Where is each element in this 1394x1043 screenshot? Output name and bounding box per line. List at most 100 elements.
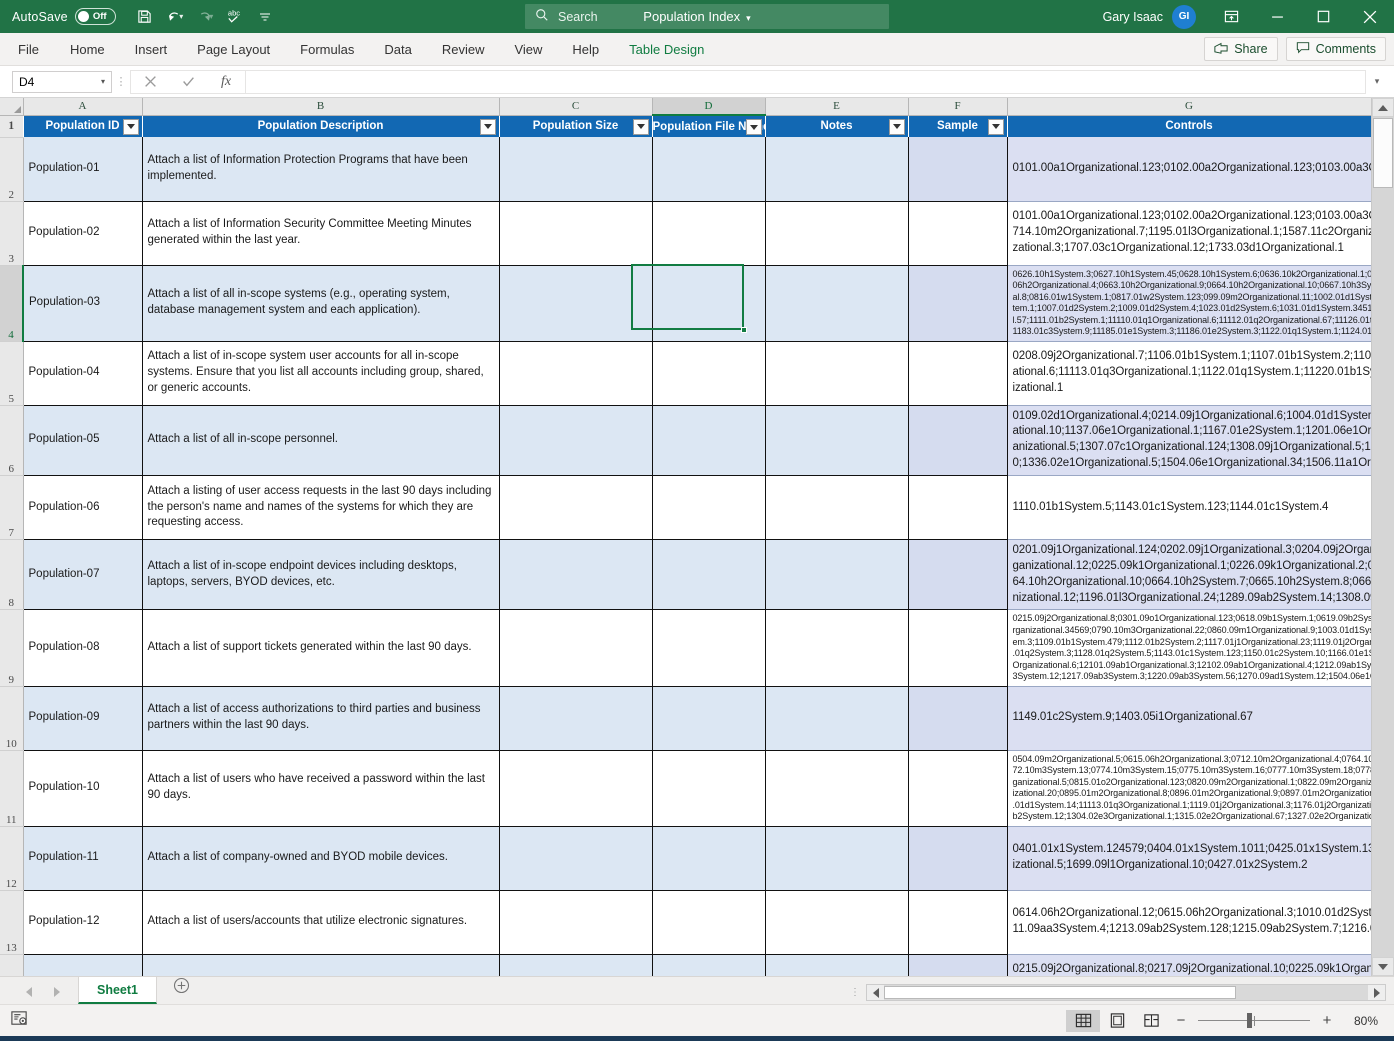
undo-dropdown-caret[interactable]: ▾ xyxy=(179,12,183,21)
cell-e8[interactable] xyxy=(765,539,909,611)
cell-f13[interactable] xyxy=(908,890,1008,955)
minimize-icon[interactable] xyxy=(1254,0,1300,33)
scroll-right-button[interactable] xyxy=(1368,985,1385,1000)
scroll-down-button[interactable] xyxy=(1372,957,1394,976)
column-header-f[interactable]: F xyxy=(908,98,1008,116)
table-row[interactable]: 7 Population-06 Attach a listing of user… xyxy=(0,475,1371,541)
cell-c9[interactable] xyxy=(499,609,653,687)
cell-d5[interactable] xyxy=(652,341,766,406)
cell-c12[interactable] xyxy=(499,826,653,891)
table-row[interactable]: 12 Population-11 Attach a list of compan… xyxy=(0,826,1371,891)
horizontal-scrollbar[interactable] xyxy=(866,984,1386,1001)
cell-b8[interactable]: Attach a list of in-scope endpoint devic… xyxy=(142,539,500,611)
cell-g2[interactable]: 0101.00a1Organizational.123;0102.00a2Org… xyxy=(1007,137,1371,202)
cell-g11[interactable]: 0504.09m2Organizational.5;0615.06h2Organ… xyxy=(1007,750,1371,827)
filter-button-notes[interactable] xyxy=(888,118,905,135)
cell-g6[interactable]: 0109.02d1Organizational.4;0214.09j1Organ… xyxy=(1007,405,1371,477)
table-row[interactable]: 10 Population-09 Attach a list of access… xyxy=(0,686,1371,751)
column-header-g[interactable]: G xyxy=(1007,98,1371,116)
cell-f9[interactable] xyxy=(908,609,1008,687)
zoom-in-button[interactable]: + xyxy=(1314,1012,1340,1029)
cell-e4[interactable] xyxy=(765,265,909,342)
tab-insert[interactable]: Insert xyxy=(120,33,183,66)
cell-f4[interactable] xyxy=(908,265,1008,342)
grid-scroll-area[interactable]: A B C D E F G 1 Population ID Population… xyxy=(0,98,1371,976)
cell-e11[interactable] xyxy=(765,750,909,827)
tab-data[interactable]: Data xyxy=(369,33,426,66)
filter-button-population-size[interactable] xyxy=(632,118,649,135)
cell-d12[interactable] xyxy=(652,826,766,891)
tab-formulas[interactable]: Formulas xyxy=(285,33,369,66)
formula-input[interactable] xyxy=(246,69,1366,94)
cell-d4[interactable] xyxy=(652,265,766,342)
cell-b14[interactable]: Attach a list of users with access chang… xyxy=(142,954,500,976)
row-number-9[interactable]: 9 xyxy=(0,609,24,687)
cell-d11[interactable] xyxy=(652,750,766,827)
row-number-3[interactable]: 3 xyxy=(0,201,24,266)
ribbon-display-options-icon[interactable] xyxy=(1208,0,1254,33)
scroll-grip-icon[interactable]: ⋮ xyxy=(850,988,860,998)
row-number-12[interactable]: 12 xyxy=(0,826,24,891)
cell-d7[interactable] xyxy=(652,475,766,541)
cell-e14[interactable] xyxy=(765,954,909,976)
cell-g13[interactable]: 0614.06h2Organizational.12;0615.06h2Orga… xyxy=(1007,890,1371,955)
cell-e2[interactable] xyxy=(765,137,909,202)
row-number-11[interactable]: 11 xyxy=(0,750,24,827)
avatar[interactable]: GI xyxy=(1172,4,1196,29)
cell-c10[interactable] xyxy=(499,686,653,751)
cell-e10[interactable] xyxy=(765,686,909,751)
column-header-e[interactable]: E xyxy=(765,98,909,116)
cell-f12[interactable] xyxy=(908,826,1008,891)
tab-help[interactable]: Help xyxy=(557,33,614,66)
previous-sheet-icon[interactable] xyxy=(26,987,32,997)
filter-button-sample[interactable] xyxy=(987,118,1004,135)
comments-button[interactable]: Comments xyxy=(1285,37,1386,61)
cell-e6[interactable] xyxy=(765,405,909,477)
vertical-scroll-thumb[interactable] xyxy=(1373,118,1393,188)
horizontal-scroll-thumb[interactable] xyxy=(884,986,1236,999)
table-row[interactable]: 2 Population-01 Attach a list of Informa… xyxy=(0,137,1371,202)
fill-handle[interactable] xyxy=(741,327,747,333)
cell-d14[interactable] xyxy=(652,954,766,976)
row-number-14[interactable]: 14 xyxy=(0,954,24,976)
cell-b13[interactable]: Attach a list of users/accounts that uti… xyxy=(142,890,500,955)
scroll-up-button[interactable] xyxy=(1372,98,1394,117)
tab-review[interactable]: Review xyxy=(427,33,500,66)
insert-function-icon[interactable]: fx xyxy=(207,71,245,93)
cell-b9[interactable]: Attach a list of support tickets generat… xyxy=(142,609,500,687)
tab-view[interactable]: View xyxy=(499,33,557,66)
cell-d2[interactable] xyxy=(652,137,766,202)
cell-b5[interactable]: Attach a list of in-scope system user ac… xyxy=(142,341,500,406)
filter-button-population-id[interactable] xyxy=(122,118,139,135)
redo-dropdown-caret[interactable]: ▾ xyxy=(209,12,213,21)
cell-c14[interactable] xyxy=(499,954,653,976)
row-number-1[interactable]: 1 xyxy=(0,115,24,138)
cell-g7[interactable]: 1110.01b1System.5;1143.01c1System.123;11… xyxy=(1007,475,1371,541)
cell-d3[interactable] xyxy=(652,201,766,266)
table-row[interactable]: 9 Population-08 Attach a list of support… xyxy=(0,609,1371,687)
enter-icon[interactable] xyxy=(169,71,207,93)
cell-c6[interactable] xyxy=(499,405,653,477)
cell-e12[interactable] xyxy=(765,826,909,891)
cell-f2[interactable] xyxy=(908,137,1008,202)
page-break-preview-icon[interactable] xyxy=(1134,1010,1168,1032)
cell-b2[interactable]: Attach a list of Information Protection … xyxy=(142,137,500,202)
cell-d13[interactable] xyxy=(652,890,766,955)
cell-b7[interactable]: Attach a listing of user access requests… xyxy=(142,475,500,541)
cell-d10[interactable] xyxy=(652,686,766,751)
zoom-out-button[interactable]: − xyxy=(1168,1012,1194,1029)
page-layout-view-icon[interactable] xyxy=(1100,1010,1134,1032)
next-sheet-icon[interactable] xyxy=(54,987,60,997)
name-box-dropdown-caret[interactable]: ▾ xyxy=(101,77,105,86)
name-box[interactable]: D4 ▾ xyxy=(12,70,112,93)
row-number-10[interactable]: 10 xyxy=(0,686,24,751)
filter-button-population-file-name[interactable] xyxy=(745,119,762,135)
cell-a10[interactable]: Population-09 xyxy=(23,686,143,751)
row-number-5[interactable]: 5 xyxy=(0,341,24,406)
cell-e7[interactable] xyxy=(765,475,909,541)
cell-g14[interactable]: 0215.09j2Organizational.8;0217.09j2Organ… xyxy=(1007,954,1371,976)
cell-c3[interactable] xyxy=(499,201,653,266)
tab-page-layout[interactable]: Page Layout xyxy=(182,33,285,66)
cell-a9[interactable]: Population-08 xyxy=(23,609,143,687)
accessibility-checker-icon[interactable] xyxy=(10,1009,29,1033)
